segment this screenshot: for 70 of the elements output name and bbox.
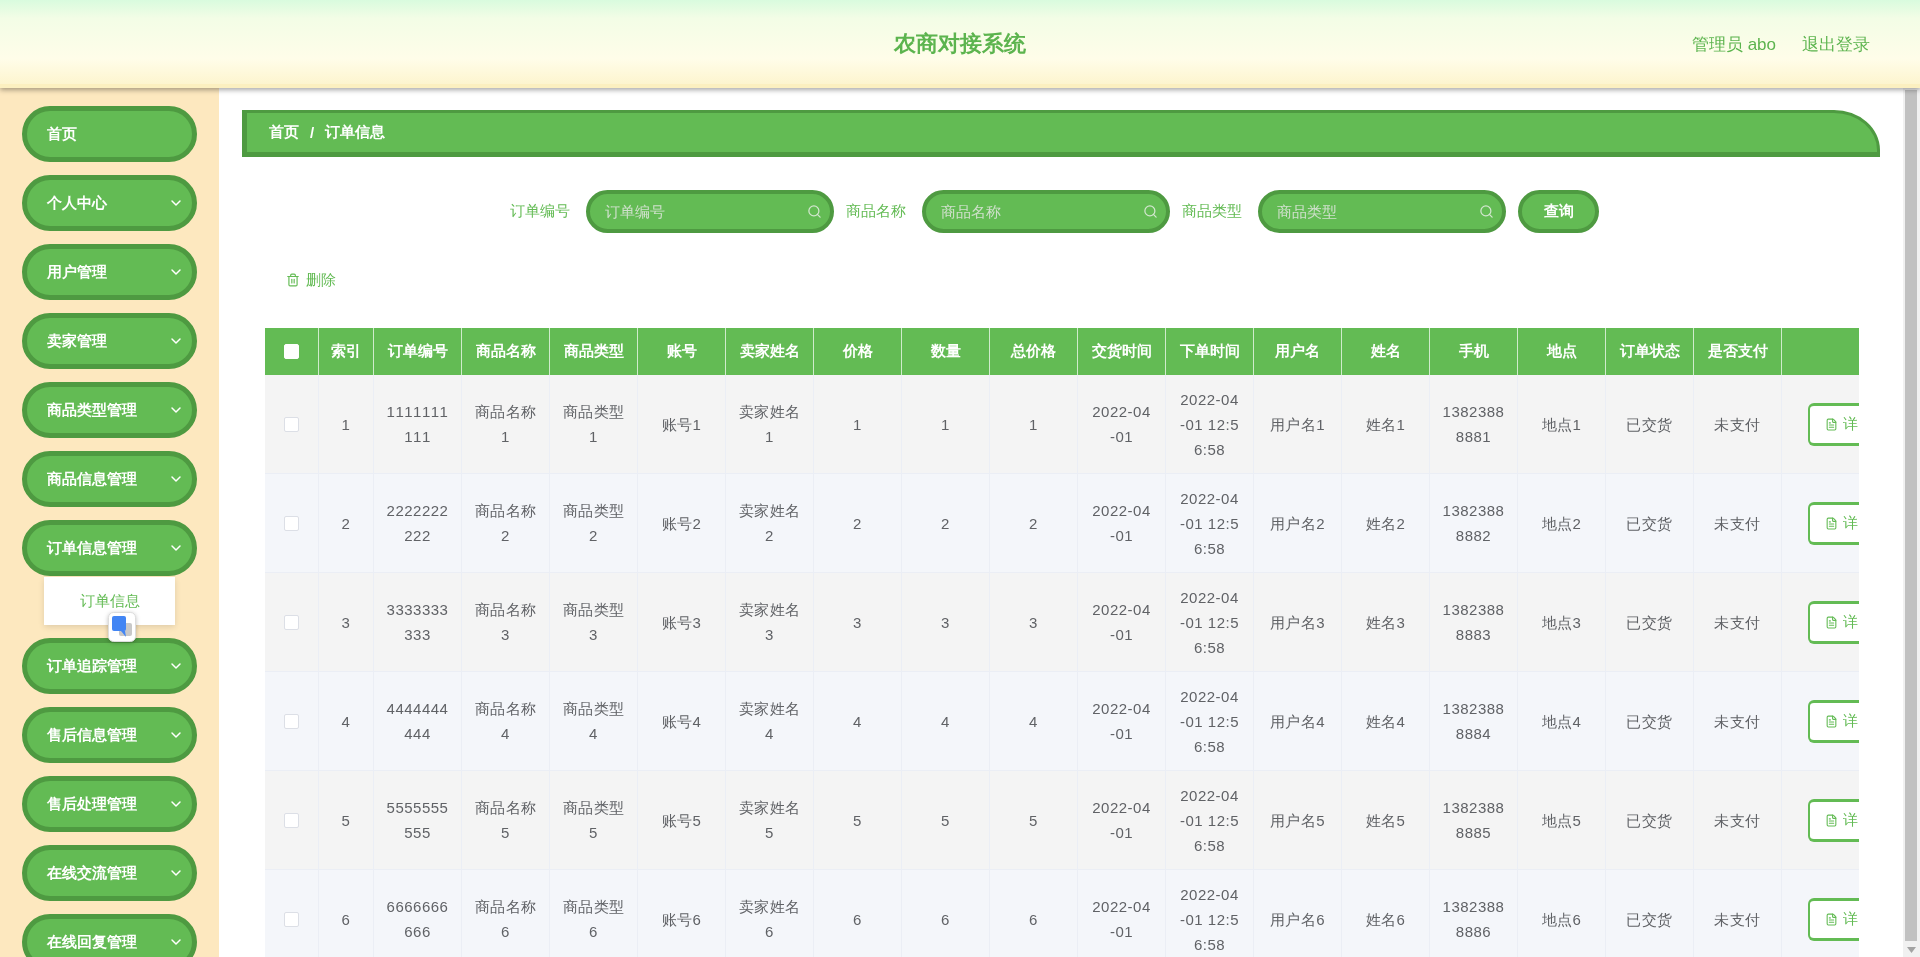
nav-item[interactable]: 售后处理管理 — [22, 776, 197, 832]
nav-item[interactable]: 商品信息管理 — [22, 451, 197, 507]
details-button[interactable]: 详 — [1808, 798, 1859, 842]
search-icon — [807, 204, 822, 219]
scrollbar-thumb[interactable] — [1905, 90, 1917, 941]
nav-item[interactable]: 在线交流管理 — [22, 845, 197, 901]
scrollbar-track[interactable] — [1903, 88, 1920, 957]
query-button[interactable]: 查询 — [1518, 190, 1599, 233]
table-cell: 地点6 — [1518, 870, 1606, 957]
table-cell: 已交货 — [1606, 870, 1694, 957]
table-cell: 6 — [319, 870, 374, 957]
table-cell: 商品名称6 — [462, 870, 550, 957]
table-cell: 用户名6 — [1254, 870, 1342, 957]
table-cell: 2022-04-01 12:56:58 — [1166, 870, 1254, 957]
nav-item[interactable]: 用户管理 — [22, 244, 197, 300]
search-icon — [1479, 204, 1494, 219]
table-cell: 卖家姓名6 — [726, 870, 814, 957]
document-icon — [1825, 417, 1838, 431]
trash-icon — [286, 273, 300, 287]
document-icon — [1825, 912, 1838, 926]
details-button[interactable]: 详 — [1808, 699, 1859, 743]
caret-down-icon[interactable] — [1907, 947, 1916, 953]
checkbox[interactable] — [284, 812, 299, 828]
delete-button[interactable]: 删除 — [286, 265, 336, 295]
table-cell: 6666666666 — [374, 870, 462, 957]
table-cell: 商品类型6 — [550, 870, 638, 957]
breadcrumb-current: 订单信息 — [325, 123, 386, 142]
table-cell: 姓名6 — [1342, 870, 1430, 957]
table-cell: 6 — [990, 870, 1078, 957]
document-icon — [1825, 615, 1838, 629]
checkbox[interactable] — [284, 614, 299, 630]
app-title: 农商对接系统 — [894, 30, 1026, 58]
details-button[interactable]: 详 — [1808, 501, 1859, 545]
checkbox[interactable] — [284, 416, 299, 432]
table-cell: 6 — [814, 870, 902, 957]
nav-item[interactable]: 商品类型管理 — [22, 382, 197, 438]
search-field[interactable]: 商品名称 — [922, 190, 1170, 233]
nav-item[interactable]: 订单信息管理 — [22, 520, 197, 576]
nav-item[interactable]: 订单追踪管理 — [22, 638, 197, 694]
speech-bubble-icon[interactable] — [108, 612, 136, 642]
nav-item[interactable]: 卖家管理 — [22, 313, 197, 369]
field-label: 订单编号 — [510, 202, 570, 221]
checkbox[interactable] — [284, 713, 299, 729]
table-cell: 2022-04-01 — [1078, 870, 1166, 957]
logout-link[interactable]: 退出登录 — [1802, 32, 1870, 56]
breadcrumb-link[interactable]: 首页 — [269, 123, 299, 142]
document-icon — [1825, 516, 1838, 530]
nav-item[interactable]: 在线回复管理 — [22, 914, 197, 957]
breadcrumb-separator: / — [310, 124, 315, 141]
table-cell: 6 — [902, 870, 990, 957]
details-button[interactable]: 详 — [1808, 402, 1859, 446]
nav-item[interactable]: 售后信息管理 — [22, 707, 197, 763]
details-button[interactable]: 详 — [1808, 897, 1859, 941]
details-button[interactable]: 详 — [1808, 600, 1859, 644]
document-icon — [1825, 813, 1838, 827]
document-icon — [1825, 714, 1838, 728]
table-cell: 账号6 — [638, 870, 726, 957]
nav-item[interactable]: 个人中心 — [22, 175, 197, 231]
table-cell: 13823888886 — [1430, 870, 1518, 957]
checkbox[interactable] — [284, 515, 299, 531]
nav-item[interactable]: 首页 — [22, 106, 197, 162]
table-cell: 未支付 — [1694, 870, 1782, 957]
field-label: 商品名称 — [846, 202, 906, 221]
user-label: 管理员 abo — [1691, 33, 1776, 56]
search-field[interactable]: 商品类型 — [1258, 190, 1506, 233]
search-field[interactable]: 订单编号 — [586, 190, 834, 233]
search-icon — [1143, 204, 1158, 219]
checkbox[interactable] — [284, 911, 299, 927]
field-label: 商品类型 — [1182, 202, 1242, 221]
submenu-item[interactable]: 订单信息 — [44, 577, 175, 625]
